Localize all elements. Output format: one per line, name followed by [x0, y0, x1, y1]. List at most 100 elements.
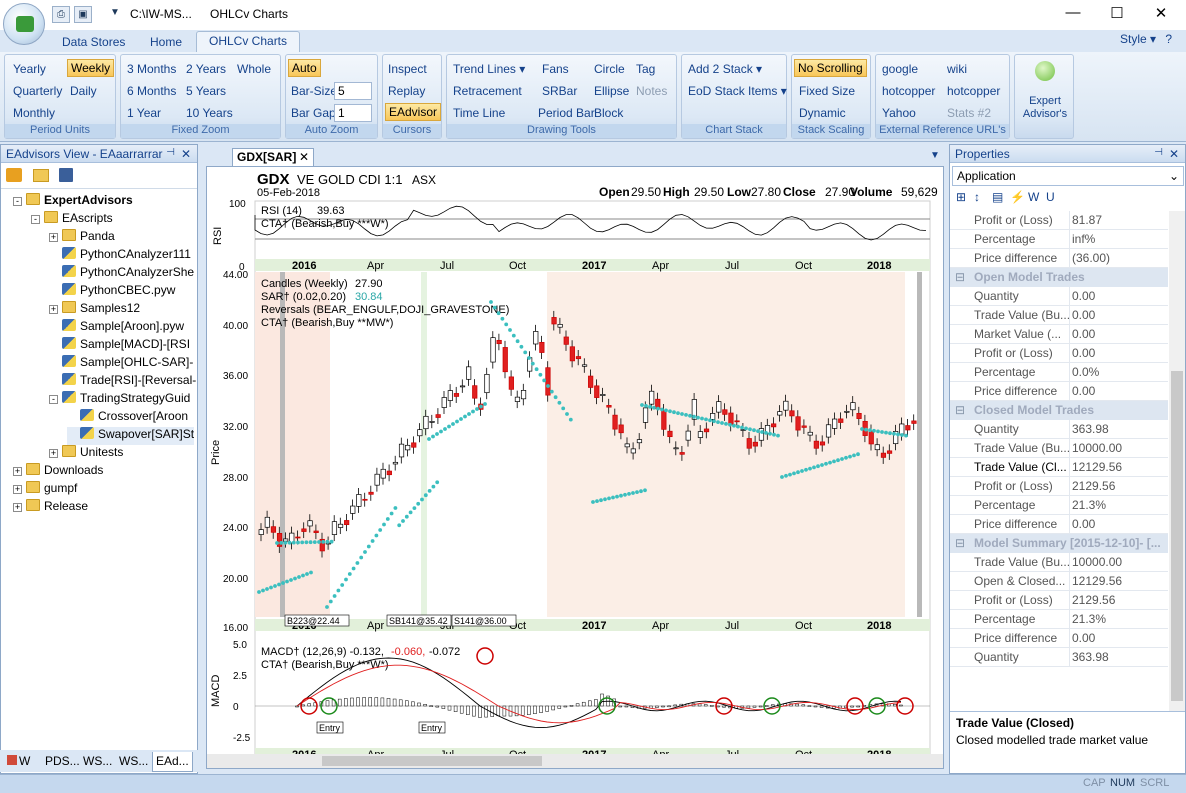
- panel-close-icon[interactable]: ✕: [1169, 147, 1179, 161]
- property-row[interactable]: Market Value (... 0.00: [950, 325, 1168, 344]
- tree-item[interactable]: PythonCAnalyzer111: [49, 247, 191, 265]
- ext-yahoo[interactable]: Yahoo: [879, 105, 919, 121]
- property-row[interactable]: Trade Value (Bu... 10000.00: [950, 553, 1168, 572]
- close-button[interactable]: ✕: [1150, 4, 1172, 24]
- ext-stats-2[interactable]: Stats #2: [944, 105, 994, 121]
- save-icon[interactable]: ▣: [74, 6, 92, 23]
- open-folder-icon[interactable]: [33, 169, 50, 182]
- period-yearly[interactable]: Yearly: [10, 61, 49, 77]
- quick-access-dropdown-icon[interactable]: ▼: [110, 7, 120, 18]
- property-row[interactable]: Quantity 363.98: [950, 648, 1168, 667]
- expand-icon[interactable]: +: [49, 305, 58, 314]
- bottom-tab-pds[interactable]: PDS...: [42, 752, 83, 772]
- property-category[interactable]: Closed Model Trades: [950, 401, 1168, 420]
- draw-fans[interactable]: Fans: [539, 61, 572, 77]
- w-icon[interactable]: W: [1028, 190, 1039, 204]
- draw-tag[interactable]: Tag: [633, 61, 658, 77]
- u-icon[interactable]: U: [1046, 190, 1055, 204]
- property-row[interactable]: Trade Value (Cl... 12129.56: [950, 458, 1168, 477]
- tree-item[interactable]: - EAscripts: [31, 211, 113, 229]
- scrollbar-thumb[interactable]: [1171, 371, 1183, 701]
- draw-notes[interactable]: Notes: [633, 83, 670, 99]
- cursor-replay[interactable]: Replay: [385, 83, 428, 99]
- object-selector[interactable]: Application ⌄: [952, 166, 1184, 186]
- print-icon[interactable]: ⎙: [52, 6, 70, 23]
- draw-srbar[interactable]: SRBar: [539, 83, 580, 99]
- period-weekly[interactable]: Weekly: [67, 59, 115, 77]
- zoom-1-year[interactable]: 1 Year: [124, 105, 164, 121]
- period-daily[interactable]: Daily: [67, 83, 100, 99]
- property-row[interactable]: Trade Value (Bu... 10000.00: [950, 439, 1168, 458]
- ohlc-chart[interactable]: GDX VE GOLD CDI 1:1 ASX05-Feb-2018 Open 29.5…: [207, 167, 943, 768]
- tree-item[interactable]: PythonCAnalyzerShe: [49, 265, 194, 283]
- compile-icon[interactable]: [6, 168, 22, 182]
- property-row[interactable]: Trade Value (Bu... 0.00: [950, 306, 1168, 325]
- draw-circle[interactable]: Circle: [591, 61, 628, 77]
- property-row[interactable]: Quantity 363.98: [950, 420, 1168, 439]
- bottom-tab-w[interactable]: W: [4, 752, 33, 772]
- expand-icon[interactable]: +: [49, 449, 58, 458]
- bar-size-spinner[interactable]: 5: [334, 82, 372, 100]
- draw-retracement[interactable]: Retracement: [450, 83, 525, 99]
- property-row[interactable]: Profit or (Loss) 81.87: [950, 211, 1168, 230]
- property-row[interactable]: Profit or (Loss) 0.00: [950, 344, 1168, 363]
- property-row[interactable]: Percentage 21.3%: [950, 496, 1168, 515]
- eod-stack-items[interactable]: EoD Stack Items ▾: [685, 83, 790, 99]
- tree-item[interactable]: Sample[MACD]-[RSI: [49, 337, 190, 355]
- property-category[interactable]: Open Model Trades: [950, 268, 1168, 287]
- doc-tab-gdx-sar[interactable]: GDX[SAR] ✕: [232, 148, 314, 166]
- zoom-whole[interactable]: Whole: [234, 61, 274, 77]
- property-row[interactable]: Percentage 21.3%: [950, 610, 1168, 629]
- doc-tab-close-icon[interactable]: ✕: [299, 150, 309, 164]
- collapse-icon[interactable]: -: [49, 395, 58, 404]
- tab-data-stores[interactable]: Data Stores: [50, 33, 137, 52]
- property-row[interactable]: Profit or (Loss) 2129.56: [950, 591, 1168, 610]
- tree-item[interactable]: PythonCBEC.pyw: [49, 283, 175, 301]
- bottom-tab-ws-1[interactable]: WS...: [80, 752, 115, 772]
- tree-item[interactable]: Sample[Aroon].pyw: [49, 319, 184, 337]
- draw-block[interactable]: Block: [591, 105, 626, 121]
- alphabetical-icon[interactable]: ↕: [974, 190, 980, 204]
- tree-item[interactable]: - TradingStrategyGuid: [49, 391, 190, 409]
- draw-time-line[interactable]: Time Line: [450, 105, 508, 121]
- zoom-6-months[interactable]: 6 Months: [124, 83, 179, 99]
- property-row[interactable]: Quantity 0.00: [950, 287, 1168, 306]
- collapse-icon[interactable]: -: [31, 215, 40, 224]
- ext-hotcopper-2[interactable]: hotcopper: [944, 83, 1003, 99]
- tree-item[interactable]: + Downloads: [13, 463, 103, 481]
- events-icon[interactable]: ⚡: [1010, 190, 1025, 204]
- zoom-10-years[interactable]: 10 Years: [183, 105, 236, 121]
- property-row[interactable]: Percentage 0.0%: [950, 363, 1168, 382]
- pin-icon[interactable]: ⊣: [1154, 147, 1163, 158]
- add-2-stack[interactable]: Add 2 Stack ▾: [685, 61, 765, 77]
- save-script-icon[interactable]: [58, 168, 73, 182]
- expand-icon[interactable]: +: [49, 233, 58, 242]
- tree-item[interactable]: + Release: [13, 499, 88, 517]
- scaling-dynamic[interactable]: Dynamic: [796, 105, 849, 121]
- tab-ohlcv-charts[interactable]: OHLCv Charts: [196, 31, 301, 52]
- expert-advisors-button[interactable]: Expert Advisor's: [1014, 54, 1074, 139]
- tree-item[interactable]: Sample[OHLC-SAR]-: [49, 355, 193, 373]
- panel-close-icon[interactable]: ✕: [181, 147, 191, 161]
- expand-icon[interactable]: +: [13, 485, 22, 494]
- tree-item[interactable]: Crossover[Aroon: [67, 409, 188, 427]
- tree-item[interactable]: - ExpertAdvisors: [13, 193, 133, 211]
- period-monthly[interactable]: Monthly: [10, 105, 58, 121]
- style-menu[interactable]: Style ▾ ?: [1120, 32, 1172, 46]
- bottom-tab-ead[interactable]: EAd...: [152, 752, 193, 772]
- draw-trend-lines[interactable]: Trend Lines ▾: [450, 61, 528, 77]
- tab-home[interactable]: Home: [138, 33, 194, 52]
- property-row[interactable]: Price difference 0.00: [950, 382, 1168, 401]
- property-category[interactable]: Model Summary [2015-12-10]- [...: [950, 534, 1168, 553]
- doc-tabs-dropdown-icon[interactable]: ▼: [930, 150, 940, 161]
- tree-item[interactable]: + Panda: [49, 229, 115, 247]
- ext-wiki[interactable]: wiki: [944, 61, 970, 77]
- ext-google[interactable]: google: [879, 61, 921, 77]
- property-row[interactable]: Open & Closed... 12129.56: [950, 572, 1168, 591]
- collapse-icon[interactable]: -: [13, 197, 22, 206]
- app-menu-button[interactable]: [3, 3, 45, 45]
- property-row[interactable]: Price difference 0.00: [950, 629, 1168, 648]
- tree-item[interactable]: + gumpf: [13, 481, 77, 499]
- property-row[interactable]: Profit or (Loss) 2129.56: [950, 477, 1168, 496]
- pin-icon[interactable]: ⊣: [166, 147, 175, 158]
